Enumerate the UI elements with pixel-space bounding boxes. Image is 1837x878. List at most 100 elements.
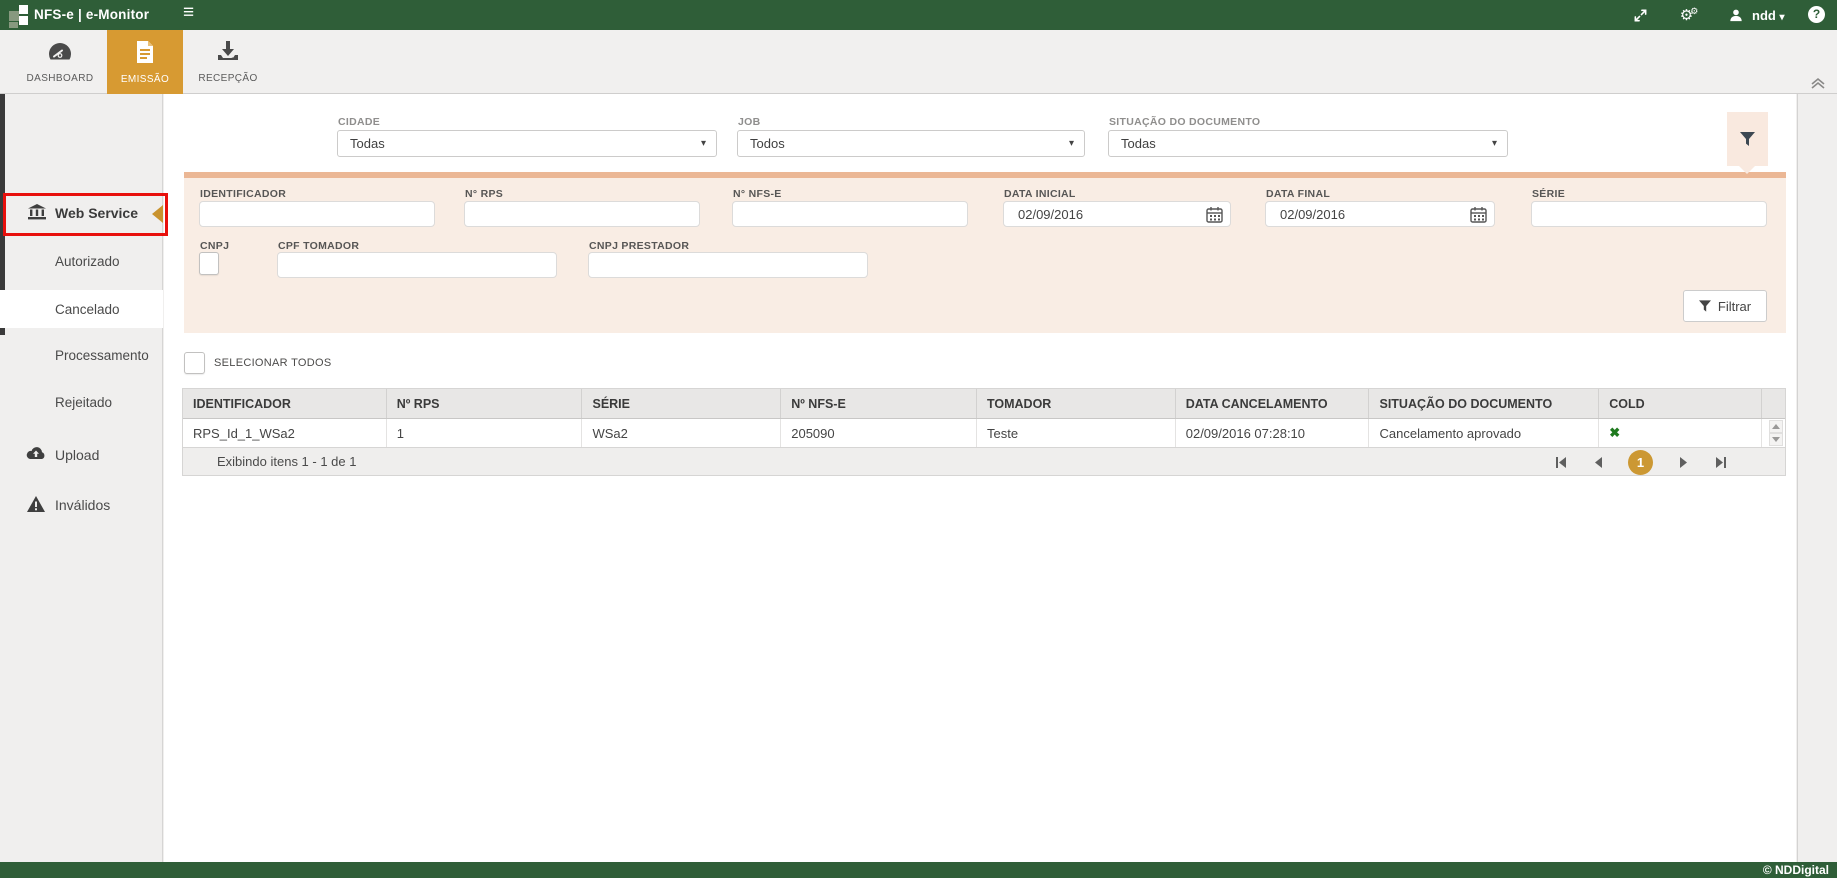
cell-nfse: 205090 [781, 419, 977, 447]
col-identificador[interactable]: IDENTIFICADOR [183, 389, 387, 418]
table-header-row: IDENTIFICADOR Nº RPS SÉRIE Nº NFS-E TOMA… [183, 389, 1785, 419]
filter-toggle-button[interactable] [1727, 112, 1768, 166]
serie-label: SÉRIE [1532, 188, 1565, 200]
situacao-value: Todas [1121, 136, 1156, 151]
select-all-checkbox[interactable] [184, 352, 205, 374]
cidade-label: CIDADE [338, 116, 380, 128]
cell-tomador: Teste [977, 419, 1176, 447]
sidebar-item-invalidos[interactable]: Inválidos [0, 486, 163, 524]
chevron-down-icon: ▾ [701, 138, 706, 149]
col-cold[interactable]: COLD [1599, 389, 1762, 418]
top-bar: NFS-e | e-Monitor ≡ ⚙⚙ ndd ▾ ? [0, 0, 1837, 30]
cold-x-icon: ✖ [1609, 425, 1620, 441]
n-nfse-input[interactable] [732, 201, 968, 227]
sidebar-item-label: Processamento [55, 348, 149, 363]
cell-serie: WSa2 [582, 419, 781, 447]
sidebar-item-label: Autorizado [55, 254, 120, 269]
cpf-tomador-label: CPF TOMADOR [278, 240, 359, 252]
tab-emissao[interactable]: EMISSÃO [107, 30, 183, 94]
cell-cold: ✖ [1599, 419, 1762, 447]
module-toolbar: DASHBOARD EMISSÃO RECEPÇÃO [0, 30, 1837, 94]
col-situacao[interactable]: SITUAÇÃO DO DOCUMENTO [1369, 389, 1599, 418]
job-value: Todos [750, 136, 785, 151]
sidebar-item-upload[interactable]: Upload [0, 436, 163, 474]
situacao-label: SITUAÇÃO DO DOCUMENTO [1109, 116, 1260, 128]
dashboard-gauge-icon [47, 41, 73, 68]
col-rps[interactable]: Nº RPS [387, 389, 583, 418]
cell-identificador: RPS_Id_1_WSa2 [183, 419, 387, 447]
last-page-icon[interactable] [1713, 455, 1727, 469]
funnel-icon [1699, 300, 1711, 312]
col-tomador[interactable]: TOMADOR [977, 389, 1176, 418]
active-item-caret [152, 205, 163, 223]
chevron-down-icon: ▾ [1069, 138, 1074, 149]
download-tray-icon [216, 40, 240, 68]
serie-input[interactable] [1531, 201, 1767, 227]
sidebar-group-label: Web Service [55, 205, 138, 221]
tab-recepcao-label: RECEPÇÃO [198, 73, 257, 84]
col-data-cancelamento[interactable]: DATA CANCELAMENTO [1176, 389, 1370, 418]
data-inicial-label: DATA INICIAL [1004, 188, 1076, 200]
sidebar-item-processamento[interactable]: Processamento [0, 336, 163, 374]
data-final-label: DATA FINAL [1266, 188, 1330, 200]
col-nfse[interactable]: Nº NFS-E [781, 389, 977, 418]
sidebar-item-cancelado[interactable]: Cancelado [0, 290, 163, 328]
select-all-label: SELECIONAR TODOS [214, 357, 331, 369]
chevron-down-icon: ▾ [1779, 12, 1784, 23]
data-final-input[interactable] [1265, 201, 1495, 227]
sidebar-item-label: Inválidos [55, 497, 110, 513]
app-window: NFS-e | e-Monitor ≡ ⚙⚙ ndd ▾ ? DASHBOARD [0, 0, 1837, 878]
settings-gears-icon[interactable]: ⚙⚙ [1679, 6, 1699, 24]
identificador-label: IDENTIFICADOR [200, 188, 286, 200]
sidebar-item-label: Cancelado [55, 302, 120, 317]
situacao-select[interactable]: Todas ▾ [1108, 130, 1508, 157]
col-serie[interactable]: SÉRIE [582, 389, 781, 418]
first-page-icon[interactable] [1554, 455, 1568, 469]
data-inicial-input[interactable] [1003, 201, 1231, 227]
user-menu[interactable]: ndd ▾ [1752, 8, 1784, 23]
sidebar-item-rejeitado[interactable]: Rejeitado [0, 383, 163, 421]
job-label: JOB [738, 116, 761, 128]
cidade-select[interactable]: Todas ▾ [337, 130, 717, 157]
funnel-icon [1740, 132, 1755, 146]
right-gutter [1797, 94, 1837, 862]
copyright-label: © NDDigital [1763, 863, 1829, 877]
scroll-down-icon[interactable] [1769, 433, 1783, 446]
n-rps-label: N° RPS [465, 188, 503, 200]
user-icon[interactable] [1726, 6, 1746, 24]
sidebar-group-web-service[interactable]: Web Service [0, 194, 163, 232]
calendar-icon[interactable] [1470, 206, 1487, 223]
chevron-down-icon: ▾ [1492, 138, 1497, 149]
n-nfse-label: N° NFS-E [733, 188, 782, 200]
document-icon [135, 40, 155, 69]
help-icon[interactable]: ? [1808, 6, 1825, 23]
identificador-input[interactable] [199, 201, 435, 227]
scroll-up-icon[interactable] [1769, 420, 1783, 433]
menu-hamburger-icon[interactable]: ≡ [183, 2, 194, 24]
table-vertical-scrollbar[interactable] [1769, 420, 1783, 446]
filtrar-button-label: Filtrar [1718, 299, 1751, 314]
cell-data-cancelamento: 02/09/2016 07:28:10 [1176, 419, 1370, 447]
cidade-value: Todas [350, 136, 385, 151]
cnpj-prestador-input[interactable] [588, 252, 868, 278]
n-rps-input[interactable] [464, 201, 700, 227]
sidebar-item-autorizado[interactable]: Autorizado [0, 242, 163, 280]
table-row[interactable]: RPS_Id_1_WSa2 1 WSa2 205090 Teste 02/09/… [183, 419, 1785, 447]
footer-bar: © NDDigital [0, 862, 1837, 878]
tab-dashboard[interactable]: DASHBOARD [18, 30, 102, 94]
cpf-tomador-input[interactable] [277, 252, 557, 278]
previous-page-icon[interactable] [1591, 455, 1605, 469]
next-page-icon[interactable] [1676, 455, 1690, 469]
tab-recepcao[interactable]: RECEPÇÃO [188, 30, 268, 94]
calendar-icon[interactable] [1206, 206, 1223, 223]
job-select[interactable]: Todos ▾ [737, 130, 1085, 157]
fullscreen-icon[interactable] [1630, 6, 1650, 24]
filtrar-button[interactable]: Filtrar [1683, 290, 1767, 322]
collapse-toolbar-icon[interactable] [1810, 76, 1830, 92]
user-name-label: ndd [1752, 8, 1776, 23]
filter-panel-pointer [1739, 166, 1755, 174]
app-title: NFS-e | e-Monitor [34, 7, 149, 22]
cnpj-checkbox[interactable] [199, 252, 219, 275]
cnpj-label: CNPJ [200, 240, 229, 252]
current-page-button[interactable]: 1 [1628, 450, 1653, 475]
